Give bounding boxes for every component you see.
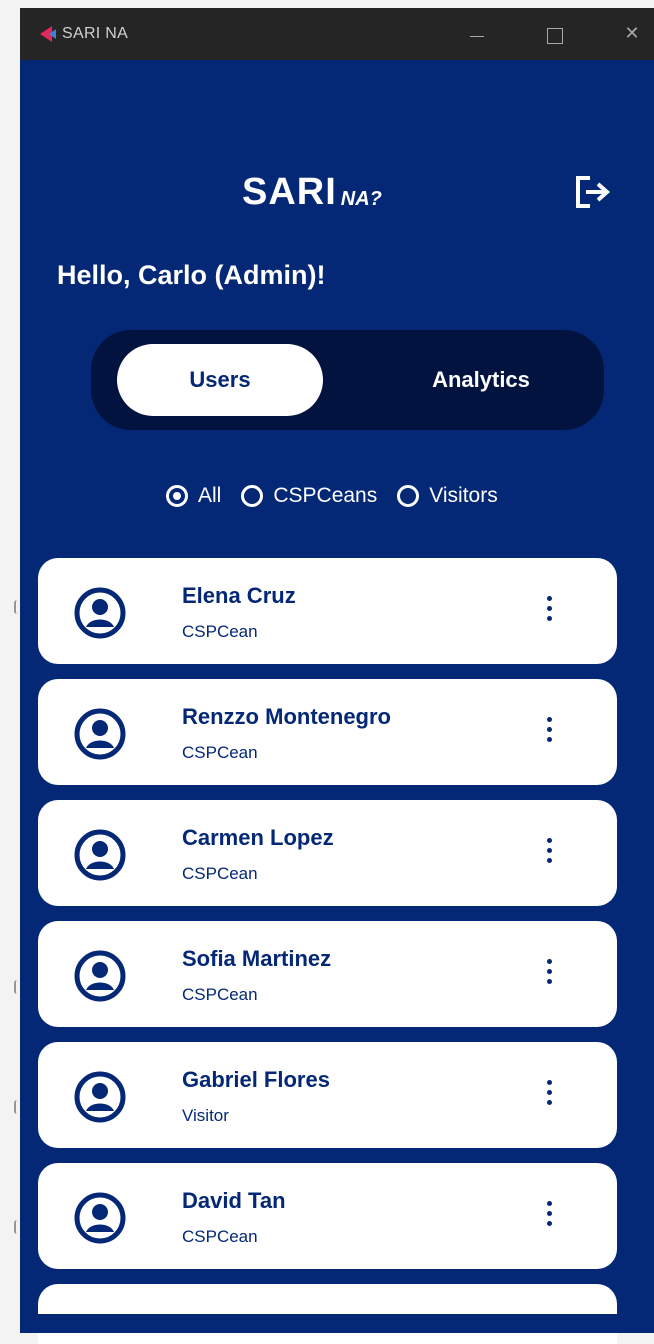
minimize-button[interactable]: [470, 36, 484, 37]
app-icon-accent: [49, 29, 56, 39]
close-button[interactable]: ✕: [614, 18, 650, 50]
more-vertical-icon[interactable]: [536, 959, 562, 993]
user-card[interactable]: Elena Cruz CSPCean: [38, 558, 617, 664]
background-window-edge: [0, 0, 20, 1333]
greeting-heading: Hello, Carlo (Admin)!: [57, 260, 326, 290]
app-logo: SARI NA?: [242, 168, 382, 212]
user-avatar-icon: [74, 829, 126, 881]
user-card[interactable]: Sofia Martinez CSPCean: [38, 921, 617, 1027]
user-card[interactable]: Gabriel Flores Visitor: [38, 1042, 617, 1148]
more-vertical-icon[interactable]: [536, 596, 562, 630]
logout-icon[interactable]: [572, 172, 616, 212]
user-name: Gabriel Flores: [182, 1067, 330, 1092]
maximize-button[interactable]: [547, 28, 563, 44]
user-role: CSPCean: [182, 743, 258, 762]
window-title: SARI NA: [62, 25, 129, 42]
user-name: Renzzo Montenegro: [182, 704, 391, 729]
logo-text: SARI: [242, 171, 337, 213]
user-name: Carmen Lopez: [182, 825, 334, 850]
user-card[interactable]: David Tan CSPCean: [38, 1163, 617, 1269]
radio-checked-icon: [166, 485, 188, 507]
user-role: CSPCean: [182, 1227, 258, 1246]
filter-label: CSPCeans: [273, 484, 378, 507]
filter-label: All: [198, 484, 222, 507]
radio-unchecked-icon: [397, 485, 420, 507]
user-name: Elena Cruz: [182, 583, 296, 608]
user-role: CSPCean: [182, 864, 258, 883]
more-vertical-icon[interactable]: [536, 1201, 562, 1235]
user-card[interactable]: Carmen Lopez CSPCean: [38, 800, 617, 906]
user-avatar-icon: [74, 1192, 126, 1244]
user-name: David Tan: [182, 1188, 286, 1213]
filter-label: Visitors: [429, 484, 498, 507]
more-vertical-icon[interactable]: [536, 717, 562, 751]
radio-unchecked-icon: [241, 485, 264, 507]
user-card[interactable]: Renzzo Montenegro CSPCean: [38, 679, 617, 785]
more-vertical-icon[interactable]: [536, 1080, 562, 1114]
more-vertical-icon[interactable]: [536, 838, 562, 872]
tab-bar: Users Analytics: [91, 330, 604, 430]
window-bottom-edge: [20, 1314, 654, 1333]
tab-analytics[interactable]: Analytics: [361, 344, 601, 416]
filter-visitors[interactable]: Visitors: [397, 484, 498, 508]
tab-users[interactable]: Users: [117, 344, 323, 416]
user-avatar-icon: [74, 950, 126, 1002]
user-avatar-icon: [74, 587, 126, 639]
user-role: CSPCean: [182, 985, 258, 1004]
title-bar[interactable]: SARI NA ✕: [20, 8, 654, 60]
user-role: Visitor: [182, 1106, 229, 1125]
filter-cspceans[interactable]: CSPCeans: [241, 484, 377, 508]
user-name: Sofia Martinez: [182, 946, 332, 971]
user-avatar-icon: [74, 1071, 126, 1123]
user-avatar-icon: [74, 708, 126, 760]
logo-subtext: NA?: [340, 188, 382, 210]
user-role: CSPCean: [182, 622, 258, 641]
filter-all[interactable]: All: [166, 484, 221, 508]
user-filter-group: All CSPCeans Visitors: [166, 484, 518, 508]
